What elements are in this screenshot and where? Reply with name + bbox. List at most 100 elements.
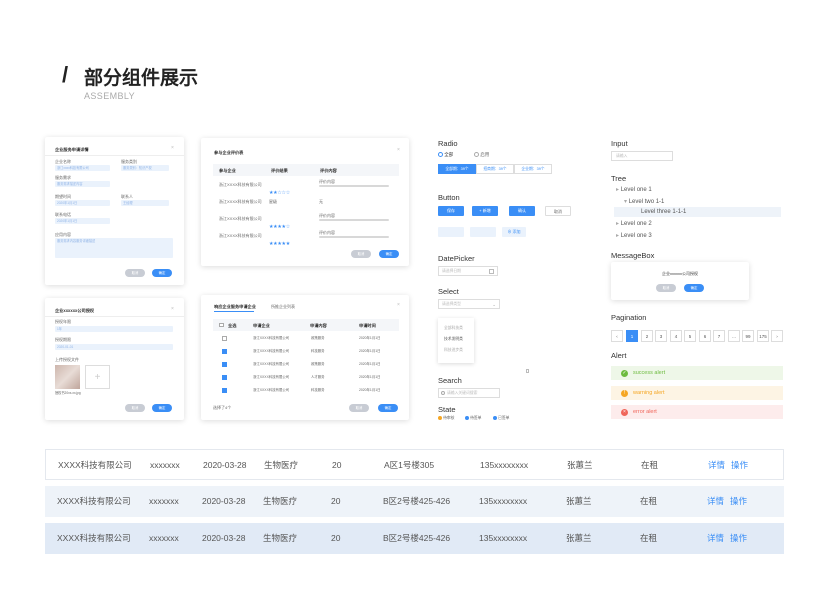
page-ellipsis[interactable]: ... bbox=[728, 330, 740, 342]
tab-recommended[interactable]: 所推企业列表 bbox=[271, 304, 295, 310]
date-input[interactable]: 请选择日期 bbox=[438, 266, 498, 276]
tree-item-level-one-3[interactable]: ▸ Level one 3 bbox=[616, 232, 652, 239]
page-7[interactable]: 7 bbox=[713, 330, 725, 342]
close-icon[interactable]: × bbox=[171, 145, 174, 151]
page-99[interactable]: 99 bbox=[742, 330, 754, 342]
table-row[interactable]: XXXX科技有限公司 xxxxxxx 2020-03-28 生物医疗 20 B区… bbox=[45, 486, 784, 517]
cell-address: B区2号楼425-426 bbox=[383, 533, 451, 543]
page-1[interactable]: 1 bbox=[626, 330, 638, 342]
action-link[interactable]: 操作 bbox=[730, 486, 747, 517]
tree-item-level-two-1-1[interactable]: ▾ Level two 1-1 bbox=[624, 198, 664, 205]
confirm-button[interactable]: 确定 bbox=[152, 269, 172, 277]
chevron-down-icon: ⌄ bbox=[492, 302, 496, 307]
detail-link[interactable]: 详情 bbox=[707, 523, 724, 554]
row-content: 科技服务 bbox=[311, 349, 325, 353]
select-option[interactable]: 技术发明类 bbox=[444, 337, 463, 342]
column-header: 申请内容 bbox=[310, 323, 327, 328]
cancel-button[interactable]: 取消 bbox=[125, 269, 145, 277]
cell-status: 在租 bbox=[640, 533, 658, 543]
select-input[interactable]: 请选择类型 ⌄ bbox=[438, 299, 500, 309]
category-field[interactable]: 服务类别：知识产权 bbox=[121, 165, 169, 171]
uploaded-file-thumbnail[interactable] bbox=[55, 365, 80, 389]
page-2[interactable]: 2 bbox=[641, 330, 653, 342]
select-option[interactable]: 科技进步类 bbox=[444, 348, 463, 353]
cell-contact: xxxxxxx bbox=[150, 460, 180, 470]
confirm-button[interactable]: 确定 bbox=[152, 404, 172, 412]
star-rating[interactable]: ★★★★☆ bbox=[269, 215, 290, 233]
row-content: 无 bbox=[319, 199, 323, 204]
star-rating[interactable]: ★★★★★ bbox=[269, 232, 290, 250]
table-row[interactable]: XXXX科技有限公司 xxxxxxx 2020-03-28 生物医疗 20 A区… bbox=[45, 449, 784, 480]
select-all-checkbox[interactable] bbox=[219, 322, 224, 328]
save-button[interactable]: 保存 bbox=[438, 206, 464, 216]
page-6[interactable]: 6 bbox=[699, 330, 711, 342]
time-field[interactable]: 2020年1月1日 bbox=[55, 200, 110, 206]
page-next[interactable]: › bbox=[771, 330, 783, 342]
confirm-button[interactable]: 确认 bbox=[509, 206, 535, 216]
radio-segment-all[interactable]: 全部期：39个 bbox=[438, 164, 476, 174]
cancel-button[interactable]: 取消 bbox=[351, 250, 371, 258]
row-checkbox[interactable] bbox=[222, 388, 227, 393]
search-input[interactable]: 请输入关键词搜索 bbox=[438, 388, 500, 398]
row-checkbox[interactable] bbox=[222, 349, 227, 354]
cancel-button[interactable]: 取消 bbox=[349, 404, 369, 412]
upload-button[interactable]: + bbox=[85, 365, 110, 389]
add-outline-button[interactable]: ⊕ 添加 bbox=[502, 227, 526, 237]
close-icon[interactable]: × bbox=[171, 306, 174, 312]
trash-icon[interactable] bbox=[526, 369, 529, 373]
radio-segment-enterprise[interactable]: 企业期：39个 bbox=[514, 164, 552, 174]
row-checkbox[interactable] bbox=[222, 336, 227, 341]
content-field[interactable]: 服务需求内容服务详细描述 bbox=[55, 238, 173, 258]
text-input[interactable]: 请输入 bbox=[611, 151, 673, 161]
alert-text: warning alert bbox=[633, 390, 665, 396]
confirm-button[interactable]: 确定 bbox=[684, 284, 704, 292]
demand-field[interactable]: 服务需求描述内容 bbox=[55, 181, 110, 187]
tree-item-level-one-1[interactable]: ▸ Level one 1 bbox=[616, 186, 652, 193]
radio-section-title: Radio bbox=[438, 139, 458, 148]
phone-field[interactable]: 2020年1月1日 bbox=[55, 218, 110, 224]
add-button[interactable]: + 新增 bbox=[472, 206, 498, 216]
table-row[interactable]: XXXX科技有限公司 xxxxxxx 2020-03-28 生物医疗 20 B区… bbox=[45, 523, 784, 554]
cell-status: 在租 bbox=[640, 496, 658, 506]
page-prev[interactable]: ‹ bbox=[611, 330, 623, 342]
cancel-button[interactable]: 取消 bbox=[656, 284, 676, 292]
radio-segment-invest[interactable]: 招商期：39个 bbox=[476, 164, 514, 174]
disabled-button[interactable] bbox=[438, 227, 464, 237]
contact-person-field[interactable]: 王经理 bbox=[121, 200, 169, 206]
radio-enabled[interactable]: 启用 bbox=[474, 152, 489, 158]
date-placeholder: 请选择日期 bbox=[442, 269, 461, 273]
page-5[interactable]: 5 bbox=[684, 330, 696, 342]
action-link[interactable]: 操作 bbox=[731, 450, 748, 481]
message-text: 企业xxxxxx公司授权 bbox=[662, 271, 698, 276]
tab-response[interactable]: 响应企业服务申请企业 bbox=[214, 304, 256, 309]
radio-all[interactable]: 全部 bbox=[438, 152, 453, 158]
row-checkbox[interactable] bbox=[222, 362, 227, 367]
messagebox-section-title: MessageBox bbox=[611, 251, 655, 260]
status-label: 待审核 bbox=[443, 416, 455, 420]
confirm-button[interactable]: 确定 bbox=[379, 250, 399, 258]
disabled-button[interactable] bbox=[470, 227, 496, 237]
period-field[interactable]: 2020-01-01 bbox=[55, 344, 173, 350]
select-option[interactable]: 全部科技类 bbox=[444, 326, 463, 331]
cancel-button[interactable]: 取消 bbox=[125, 404, 145, 412]
row-content: 科技服务 bbox=[311, 388, 325, 392]
star-rating[interactable]: ★★☆☆☆ bbox=[269, 181, 290, 199]
page-175[interactable]: 175 bbox=[757, 330, 769, 342]
page-4[interactable]: 4 bbox=[670, 330, 682, 342]
tree-item-level-three-1-1-1[interactable]: Level three 1-1-1 bbox=[641, 209, 686, 215]
detail-link[interactable]: 详情 bbox=[708, 450, 725, 481]
company-field[interactable]: 浙江xxxx科技有限公司 bbox=[55, 165, 110, 171]
years-field[interactable]: 1年 bbox=[55, 326, 173, 332]
cell-company: XXXX科技有限公司 bbox=[57, 533, 131, 543]
page-3[interactable]: 3 bbox=[655, 330, 667, 342]
cancel-button[interactable]: 取消 bbox=[545, 206, 571, 216]
close-icon[interactable]: × bbox=[397, 147, 400, 153]
action-link[interactable]: 操作 bbox=[730, 523, 747, 554]
row-checkbox[interactable] bbox=[222, 375, 227, 380]
confirm-button[interactable]: 确定 bbox=[378, 404, 398, 412]
star-label: 星级 bbox=[269, 199, 277, 204]
detail-link[interactable]: 详情 bbox=[707, 486, 724, 517]
cell-num: 20 bbox=[331, 533, 341, 543]
close-icon[interactable]: × bbox=[397, 302, 400, 308]
tree-item-level-one-2[interactable]: ▸ Level one 2 bbox=[616, 220, 652, 227]
